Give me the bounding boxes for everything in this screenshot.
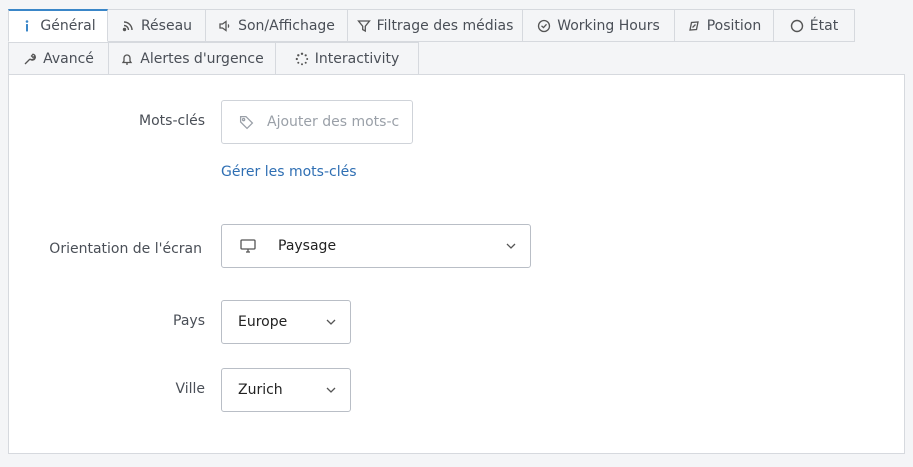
tab-reseau[interactable]: Réseau (107, 9, 206, 42)
country-label: Pays (173, 313, 205, 329)
chevron-down-icon (326, 319, 336, 325)
tab-label: Position (706, 17, 762, 34)
clock-icon (537, 19, 551, 33)
tab-label: Filtrage des médias (376, 17, 514, 34)
tab-label: État (809, 17, 839, 34)
tab-label: Avancé (43, 50, 94, 67)
tab-label: Général (40, 18, 96, 34)
bell-icon (120, 52, 134, 66)
speaker-icon (218, 19, 232, 33)
tab-label: Alertes d'urgence (140, 50, 264, 67)
tab-filtrage-medias[interactable]: Filtrage des médias (347, 9, 523, 42)
country-value: Europe (238, 314, 288, 330)
keywords-input[interactable]: Ajouter des mots-c (221, 100, 413, 144)
tab-avance[interactable]: Avancé (8, 42, 109, 75)
tab-working-hours[interactable]: Working Hours (522, 9, 675, 42)
monitor-icon (240, 239, 256, 253)
tab-label: Réseau (140, 17, 193, 34)
chevron-down-icon (506, 243, 516, 249)
tab-general[interactable]: Général (8, 9, 108, 42)
spinner-icon (295, 52, 309, 66)
tab-son-affichage[interactable]: Son/Affichage (205, 9, 348, 42)
tab-position[interactable]: Position (674, 9, 774, 42)
rss-icon (121, 19, 135, 33)
keywords-placeholder: Ajouter des mots-c (267, 114, 400, 130)
manage-keywords-link[interactable]: Gérer les mots-clés (221, 164, 357, 180)
city-value: Zurich (238, 382, 283, 398)
orientation-select[interactable]: Paysage (221, 224, 531, 268)
tab-interactivity[interactable]: Interactivity (275, 42, 419, 75)
keywords-label: Mots-clés (139, 113, 205, 129)
tab-etat[interactable]: État (773, 9, 855, 42)
city-label: Ville (175, 381, 205, 397)
tag-icon (239, 115, 254, 130)
wrench-icon (23, 52, 37, 66)
tab-alertes-urgence[interactable]: Alertes d'urgence (108, 42, 276, 75)
compass-icon (687, 19, 701, 33)
orientation-label: Orientation de l'écran (49, 241, 202, 257)
info-icon (20, 19, 34, 33)
filter-icon (356, 19, 371, 33)
tab-label: Interactivity (314, 50, 400, 67)
orientation-value: Paysage (278, 238, 337, 254)
city-select[interactable]: Zurich (221, 368, 351, 412)
circle-icon (790, 19, 804, 33)
country-select[interactable]: Europe (221, 300, 351, 344)
chevron-down-icon (326, 387, 336, 393)
tab-label: Son/Affichage (238, 17, 335, 34)
tab-label: Working Hours (557, 17, 660, 34)
